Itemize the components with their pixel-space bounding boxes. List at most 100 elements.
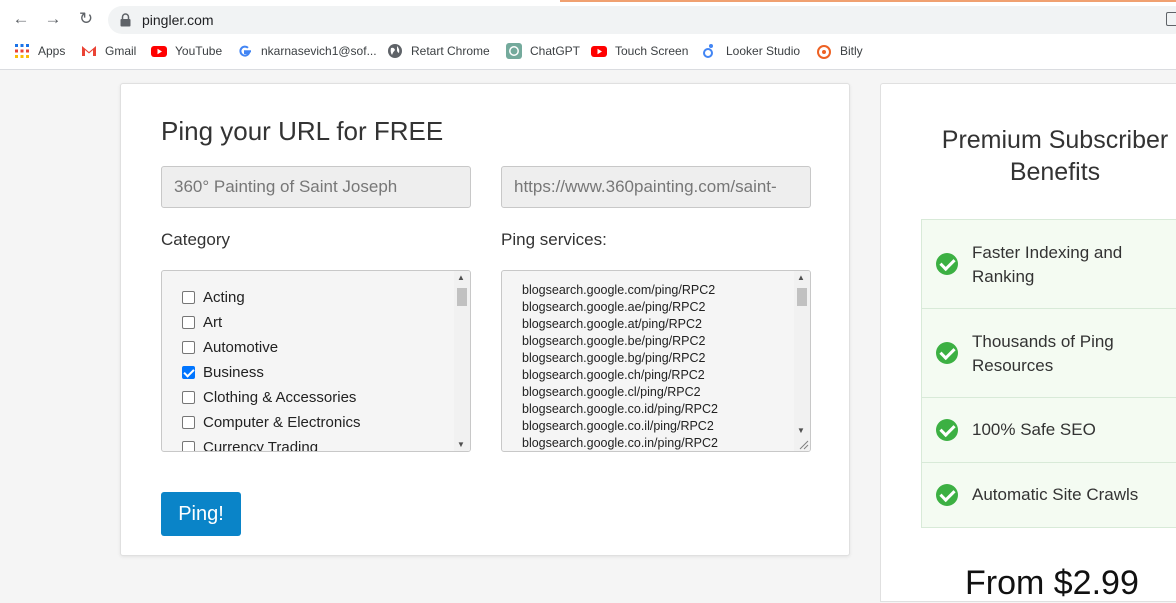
ping-service-line: blogsearch.google.be/ping/RPC2 <box>522 334 706 348</box>
scroll-down-icon[interactable]: ▼ <box>797 426 805 435</box>
bookmark-label: Apps <box>38 44 66 58</box>
address-bar[interactable]: pingler.com <box>108 6 1176 34</box>
bookmark-label: Looker Studio <box>726 44 801 58</box>
resize-grip-icon[interactable] <box>798 439 809 450</box>
category-item-label: Computer & Electronics <box>203 413 361 431</box>
category-checkbox[interactable] <box>182 440 195 451</box>
ping-service-line: blogsearch.google.com/ping/RPC2 <box>522 283 716 297</box>
premium-benefits-panel: Premium Subscriber Benefits Faster Index… <box>880 83 1176 602</box>
page-title: Ping your URL for FREE <box>161 116 444 146</box>
scroll-up-icon[interactable]: ▲ <box>797 273 805 282</box>
bookmarks-bar: Apps Gmail YouTube nkarnasevich1@sof... <box>0 40 1176 62</box>
benefit-text: Faster Indexing and Ranking <box>972 243 1123 286</box>
bookmark-label: Gmail <box>105 44 137 58</box>
category-list[interactable]: Acting Art Automotive Business Clothing … <box>161 270 471 452</box>
lock-icon <box>120 13 131 27</box>
ping-service-line: blogsearch.google.co.in/ping/RPC2 <box>522 436 718 450</box>
ping-service-line: blogsearch.google.bg/ping/RPC2 <box>522 351 706 365</box>
benefit-item: 100% Safe SEO <box>922 398 1176 463</box>
bookmark-looker-studio[interactable]: Looker Studio <box>702 40 800 62</box>
category-checkbox[interactable] <box>182 415 195 429</box>
ping-service-line: blogsearch.google.co.id/ping/RPC2 <box>522 402 718 416</box>
share-icon[interactable] <box>1166 12 1176 26</box>
ping-button[interactable]: Ping! <box>161 492 241 536</box>
ping-services-scrollbar[interactable]: ▲ ▼ <box>794 271 810 451</box>
bookmark-restart-chrome[interactable]: Retart Chrome <box>387 40 490 62</box>
category-label: Category <box>161 230 230 249</box>
ping-service-line: blogsearch.google.at/ping/RPC2 <box>522 317 702 331</box>
url-text: pingler.com <box>142 12 214 28</box>
forward-arrow-icon[interactable]: → <box>42 8 64 30</box>
benefits-list: Faster Indexing and Ranking Thousands of… <box>921 219 1176 528</box>
category-item-automotive[interactable]: Automotive <box>182 337 278 357</box>
blog-title-input[interactable]: 360° Painting of Saint Joseph <box>161 166 471 208</box>
ping-services-textarea[interactable]: blogsearch.google.com/ping/RPC2 blogsear… <box>501 270 811 452</box>
apps-grid-icon <box>15 44 29 58</box>
bookmark-label: Touch Screen <box>615 44 689 58</box>
category-checkbox[interactable] <box>182 290 195 304</box>
scrollbar-thumb[interactable] <box>457 288 467 306</box>
ping-services-label: Ping services: <box>501 230 607 249</box>
benefit-text: 100% Safe SEO <box>972 420 1096 439</box>
category-item-computer[interactable]: Computer & Electronics <box>182 412 361 432</box>
category-item-label: Art <box>203 313 223 331</box>
bookmark-gmail[interactable]: Gmail <box>81 40 136 62</box>
scroll-down-icon[interactable]: ▼ <box>457 440 465 449</box>
category-item-label: Currency Trading <box>203 438 319 452</box>
category-item-label: Business <box>203 363 264 381</box>
category-item-currency[interactable]: Currency Trading <box>182 437 319 452</box>
scrollbar-thumb[interactable] <box>797 288 807 306</box>
check-circle-icon <box>936 342 958 364</box>
benefit-text: Thousands of Ping Resources <box>972 332 1114 375</box>
bookmark-label: Retart Chrome <box>411 44 490 58</box>
bookmark-apps[interactable]: Apps <box>14 40 65 62</box>
bookmark-label: Bitly <box>840 44 863 58</box>
category-checkbox[interactable] <box>182 315 195 329</box>
google-icon <box>239 45 251 57</box>
check-circle-icon <box>936 484 958 506</box>
youtube-icon <box>591 46 607 57</box>
bookmark-label: nkarnasevich1@sof... <box>261 44 377 58</box>
browser-chrome: ← → ↻ pingler.com Apps Gmail YouTube nka… <box>0 0 1176 70</box>
globe-icon <box>388 44 402 58</box>
bookmark-youtube[interactable]: YouTube <box>151 40 222 62</box>
ping-service-line: blogsearch.google.ae/ping/RPC2 <box>522 300 706 314</box>
benefit-item: Faster Indexing and Ranking <box>922 220 1176 309</box>
premium-title: Premium Subscriber Benefits <box>941 126 1169 186</box>
category-item-label: Clothing & Accessories <box>203 388 357 406</box>
ping-service-line: blogsearch.google.co.il/ping/RPC2 <box>522 419 714 433</box>
bookmark-label: YouTube <box>175 44 223 58</box>
bookmark-google-account[interactable]: nkarnasevich1@sof... <box>237 40 377 62</box>
gmail-icon <box>82 46 96 56</box>
category-item-label: Automotive <box>203 338 279 356</box>
browser-toolbar: ← → ↻ pingler.com <box>0 4 1176 34</box>
bookmark-bitly[interactable]: Bitly <box>816 40 863 62</box>
reload-icon[interactable]: ↻ <box>75 8 97 30</box>
price-text: From $2.99 <box>965 564 1139 602</box>
back-arrow-icon[interactable]: ← <box>10 8 32 30</box>
category-item-acting[interactable]: Acting <box>182 287 245 307</box>
category-item-business[interactable]: Business <box>182 362 264 382</box>
benefit-item: Thousands of Ping Resources <box>922 309 1176 398</box>
check-circle-icon <box>936 419 958 441</box>
bitly-icon <box>817 45 831 59</box>
category-item-art[interactable]: Art <box>182 312 222 332</box>
ping-form-card: Ping your URL for FREE 360° Painting of … <box>120 83 850 556</box>
category-checkbox[interactable] <box>182 340 195 354</box>
check-circle-icon <box>936 253 958 275</box>
category-item-clothing[interactable]: Clothing & Accessories <box>182 387 356 407</box>
bookmark-label: ChatGPT <box>530 44 581 58</box>
category-scrollbar[interactable]: ▲ ▼ <box>454 271 470 451</box>
scroll-up-icon[interactable]: ▲ <box>457 273 465 282</box>
chatgpt-icon <box>506 43 522 59</box>
benefit-text: Automatic Site Crawls <box>972 485 1139 504</box>
benefit-item: Automatic Site Crawls <box>922 463 1176 527</box>
category-checkbox-checked[interactable] <box>182 365 195 379</box>
category-checkbox[interactable] <box>182 390 195 404</box>
blog-url-input[interactable]: https://www.360painting.com/saint- <box>501 166 811 208</box>
bookmark-touch-screen[interactable]: Touch Screen <box>591 40 688 62</box>
looker-studio-icon <box>703 44 713 58</box>
ping-service-line: blogsearch.google.cl/ping/RPC2 <box>522 385 701 399</box>
ping-service-line: blogsearch.google.ch/ping/RPC2 <box>522 368 705 382</box>
bookmark-chatgpt[interactable]: ChatGPT <box>506 40 580 62</box>
